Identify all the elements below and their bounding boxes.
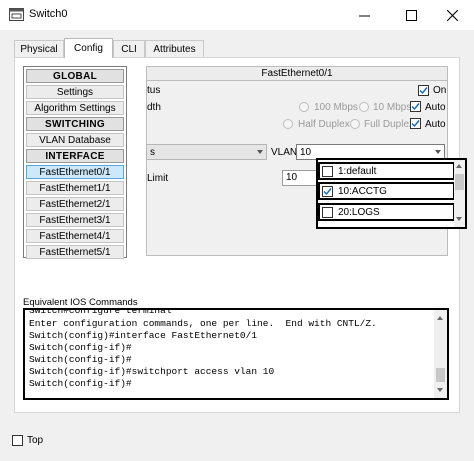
half-duplex-label: Half Duplex xyxy=(298,119,350,130)
maximize-button[interactable] xyxy=(389,0,433,30)
menu-item-fastethernet0-1[interactable]: FastEthernet0/1 xyxy=(26,165,124,179)
limit-field[interactable]: 10 xyxy=(282,170,318,186)
chevron-up-icon[interactable] xyxy=(456,164,462,168)
speed-10-label: 10 Mbps xyxy=(373,102,412,113)
menu-item-algorithm-settings[interactable]: Algorithm Settings xyxy=(26,101,124,115)
menu-item-fastethernet5-1[interactable]: FastEthernet5/1 xyxy=(26,245,124,259)
scrollbar-thumb[interactable] xyxy=(436,368,445,382)
console-line: Switch(config-if)# xyxy=(29,378,132,389)
tab-cli[interactable]: CLI xyxy=(113,40,145,57)
top-checkbox[interactable] xyxy=(12,435,23,446)
tab-physical[interactable]: Physical xyxy=(14,40,64,57)
checkmark-icon xyxy=(323,188,332,196)
access-vlan-limit-label: Limit xyxy=(147,173,169,184)
chevron-down-icon xyxy=(435,150,441,154)
ios-commands-label: Equivalent IOS Commands xyxy=(23,297,138,308)
full-duplex-radio[interactable] xyxy=(350,119,360,129)
tab-label: CLI xyxy=(121,43,137,55)
checkmark-icon xyxy=(411,120,420,128)
menu-item-fastethernet1-1[interactable]: FastEthernet1/1 xyxy=(26,181,124,195)
switch-app-icon xyxy=(9,8,24,21)
menu-header-switching: SWITCHING xyxy=(26,117,124,131)
config-navigation-list: GLOBAL Settings Algorithm Settings SWITC… xyxy=(23,66,127,259)
minimize-icon xyxy=(358,15,370,16)
menu-item-vlan-database[interactable]: VLAN Database xyxy=(26,133,124,147)
minimize-button[interactable] xyxy=(342,0,386,30)
chevron-down-icon[interactable] xyxy=(437,388,443,392)
console-line: Enter configuration commands, one per li… xyxy=(29,318,377,329)
speed-100-radio[interactable] xyxy=(299,102,309,112)
port-status-on-label: On xyxy=(433,85,447,96)
menu-item-fastethernet2-1[interactable]: FastEthernet2/1 xyxy=(26,197,124,211)
vlan-dropdown-list: 1:default 10:ACCTG 20:LOGS xyxy=(316,158,467,229)
top-label: Top xyxy=(27,435,44,446)
vlan-option-1-default[interactable]: 1:default xyxy=(318,162,455,180)
interface-title: FastEthernet0/1 xyxy=(147,67,447,81)
menu-item-settings[interactable]: Settings xyxy=(26,85,124,99)
duplex-auto-label: Auto xyxy=(425,119,446,130)
limit-value: 10 xyxy=(286,172,298,183)
console-line: Switch(config-if)# xyxy=(29,354,132,365)
half-duplex-radio[interactable] xyxy=(283,119,293,129)
menu-header-interface: INTERFACE xyxy=(26,149,124,163)
chevron-down-icon xyxy=(257,150,263,154)
tab-attributes[interactable]: Attributes xyxy=(145,40,204,57)
vlan-option-label: 1:default xyxy=(338,166,377,177)
console-line: Switch#configure terminal xyxy=(29,308,172,316)
port-status-label: tus xyxy=(147,85,161,96)
vlan-option-10-acctg[interactable]: 10:ACCTG xyxy=(318,182,455,200)
speed-10-radio[interactable] xyxy=(359,102,369,112)
bandwidth-auto-label: Auto xyxy=(425,102,446,113)
console-line: Switch(config-if)# xyxy=(29,342,132,353)
ios-commands-console[interactable]: Switch#configure terminal Enter configur… xyxy=(23,308,449,400)
speed-100-label: 100 Mbps xyxy=(314,102,358,113)
vlan-option-20-logs[interactable]: 20:LOGS xyxy=(318,203,455,221)
vlan-option-checkbox[interactable] xyxy=(322,166,333,177)
tab-label: Physical xyxy=(20,43,58,55)
console-line: Switch(config-if)#switchport access vlan… xyxy=(29,366,275,377)
checkmark-icon xyxy=(411,103,420,111)
window-title: Switch0 xyxy=(29,8,68,20)
vlan-dropdown-scrollbar[interactable] xyxy=(454,160,465,227)
bandwidth-auto-checkbox[interactable] xyxy=(410,101,421,112)
scrollbar-thumb[interactable] xyxy=(455,174,464,190)
vlan-select-value: 10 xyxy=(300,147,312,158)
chevron-up-icon[interactable] xyxy=(437,316,443,320)
port-status-on-checkbox[interactable] xyxy=(418,85,429,96)
tab-config[interactable]: Config xyxy=(64,38,113,58)
duplex-auto-checkbox[interactable] xyxy=(410,118,421,129)
checkmark-icon xyxy=(419,87,428,95)
vlan-option-label: 20:LOGS xyxy=(338,207,380,218)
title-bar: Switch0 xyxy=(0,0,474,30)
menu-item-fastethernet4-1[interactable]: FastEthernet4/1 xyxy=(26,229,124,243)
vlan-label: VLAN xyxy=(271,147,298,158)
close-icon xyxy=(446,9,458,21)
tab-label: Attributes xyxy=(153,43,196,55)
console-line: Switch(config)#interface FastEthernet0/1 xyxy=(29,330,258,341)
chevron-down-icon[interactable] xyxy=(456,217,462,221)
bandwidth-label: dth xyxy=(147,102,161,113)
menu-header-global: GLOBAL xyxy=(26,69,124,83)
console-scrollbar[interactable] xyxy=(434,310,447,398)
maximize-icon xyxy=(405,9,417,21)
port-mode-select[interactable]: s xyxy=(146,144,267,160)
full-duplex-label: Full Duplex xyxy=(364,119,415,130)
vlan-option-checkbox[interactable] xyxy=(322,207,333,218)
menu-item-fastethernet3-1[interactable]: FastEthernet3/1 xyxy=(26,213,124,227)
vlan-option-label: 10:ACCTG xyxy=(338,186,387,197)
vlan-option-checkbox[interactable] xyxy=(322,186,333,197)
close-button[interactable] xyxy=(430,0,474,30)
port-mode-value: s xyxy=(150,147,155,158)
tab-label: Config xyxy=(74,43,103,54)
